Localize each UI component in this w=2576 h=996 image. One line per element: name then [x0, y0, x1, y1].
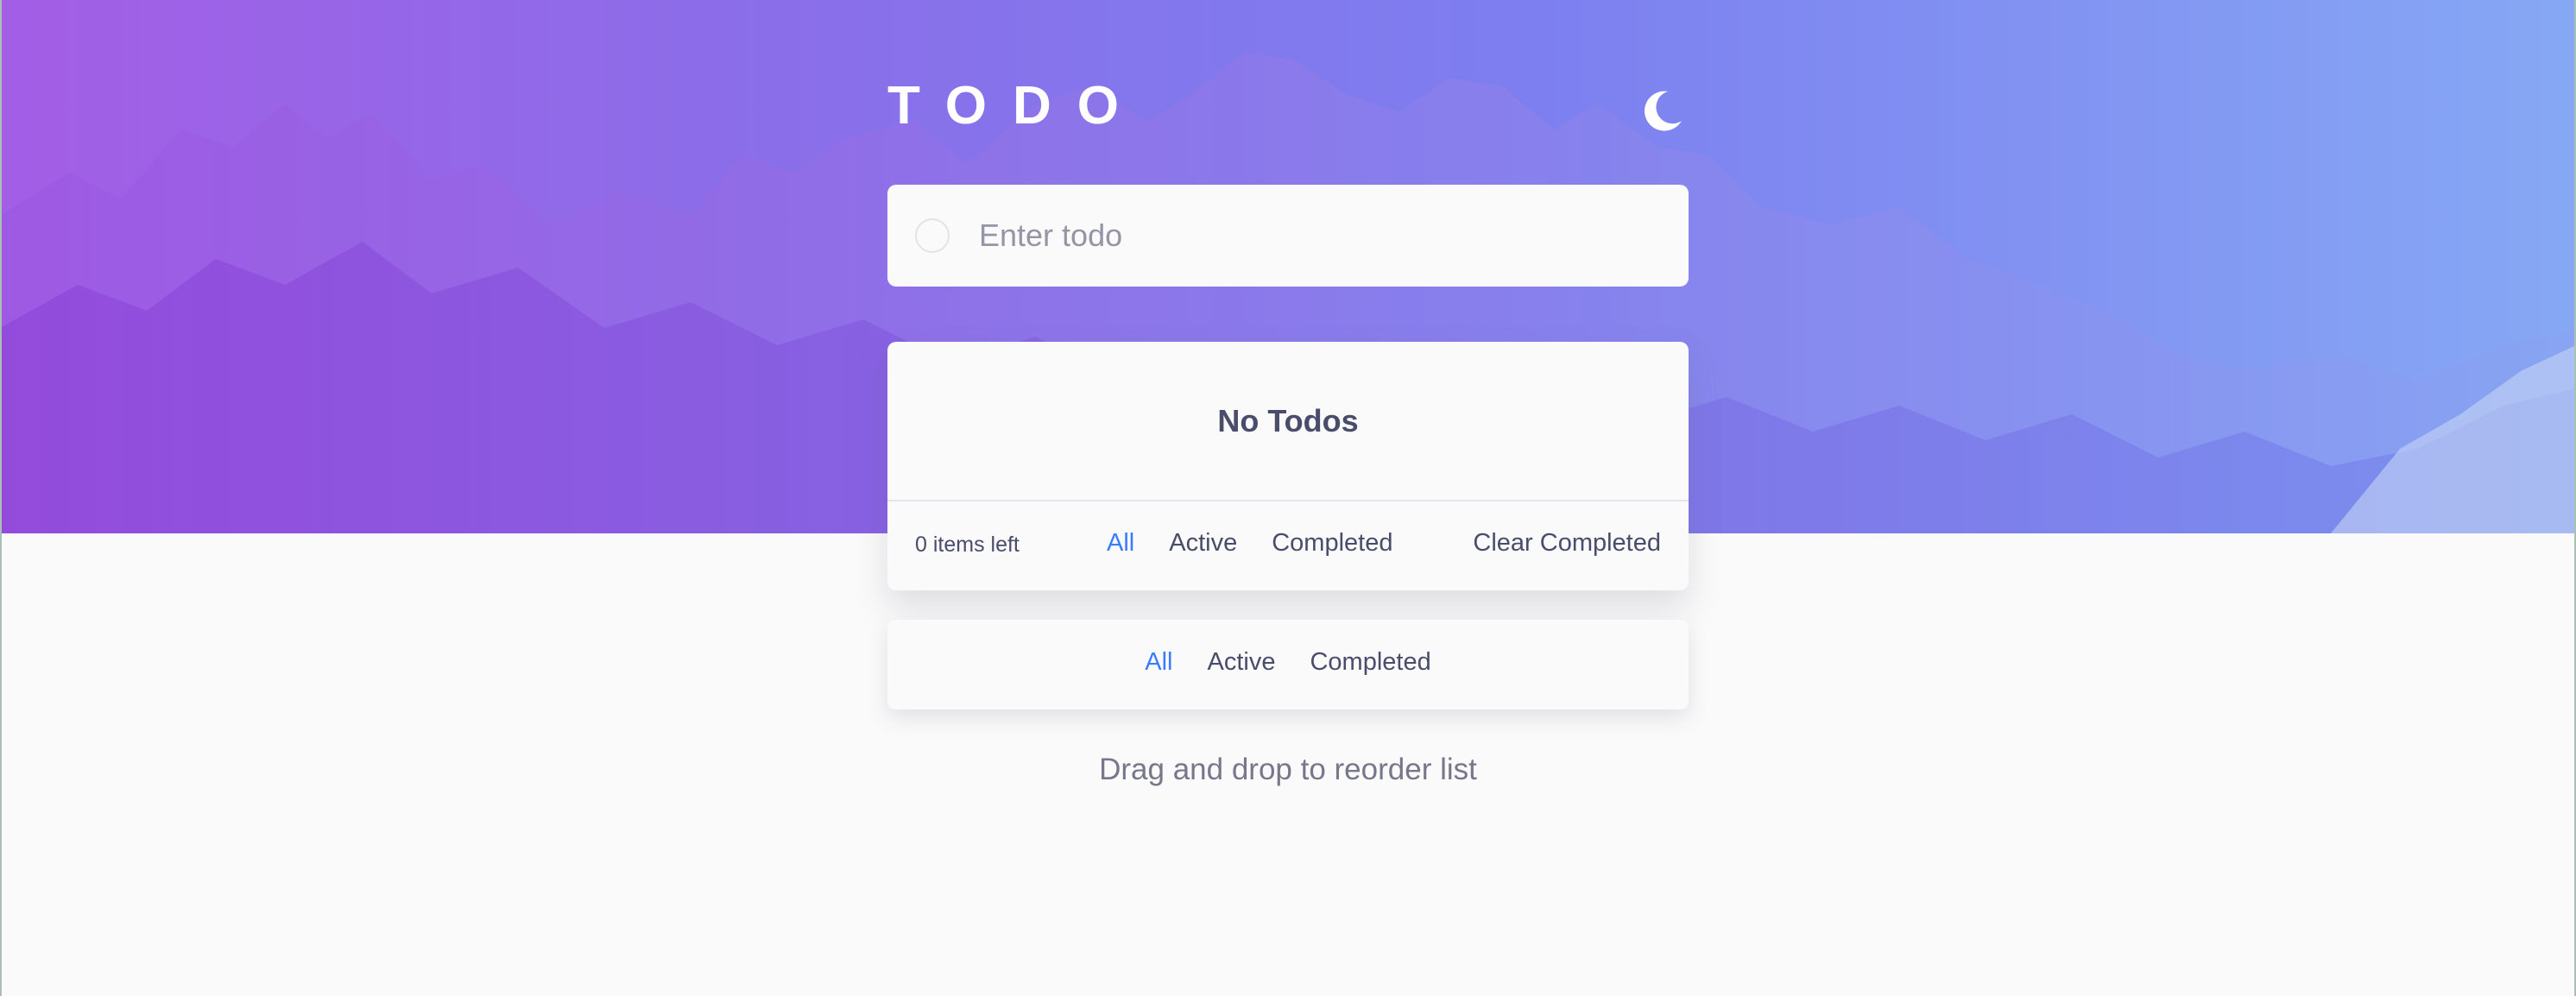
filter-bar-group: All Active Completed [887, 648, 1689, 677]
filter-bar-all[interactable]: All [1145, 648, 1172, 677]
filter-all[interactable]: All [1107, 529, 1134, 558]
items-left-count: 0 items left [915, 533, 1020, 557]
todo-list-card: No Todos 0 items left All Active Complet… [887, 342, 1689, 590]
filter-bar-completed[interactable]: Completed [1310, 648, 1430, 677]
filter-bar: All Active Completed [887, 620, 1689, 709]
app-title: TODO [887, 76, 1145, 136]
footer-filter-group: All Active Completed [1107, 529, 1392, 558]
theme-toggle-button[interactable] [1638, 88, 1685, 135]
empty-list-message: No Todos [1217, 403, 1359, 438]
reorder-hint: Drag and drop to reorder list [1099, 753, 1477, 786]
filter-active[interactable]: Active [1169, 529, 1237, 558]
moon-icon [1644, 91, 1682, 131]
clear-completed-button[interactable]: Clear Completed [1473, 529, 1661, 558]
list-footer: 0 items left All Active Completed Clear … [887, 501, 1689, 590]
new-todo-check-circle[interactable] [915, 218, 950, 253]
window-edge-left [0, 0, 2, 996]
new-todo-form [887, 185, 1689, 287]
new-todo-input[interactable] [979, 217, 1652, 254]
filter-completed[interactable]: Completed [1272, 529, 1392, 558]
filter-bar-active[interactable]: Active [1208, 648, 1276, 677]
